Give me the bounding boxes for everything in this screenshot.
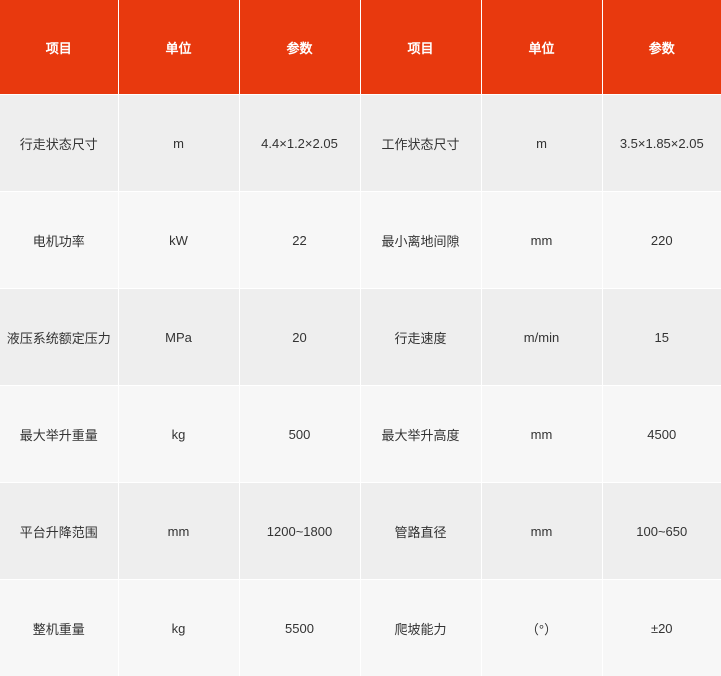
table-cell: 22 [239, 192, 360, 289]
table-row: 电机功率 kW 22 最小离地间隙 mm 220 [0, 192, 721, 289]
table-cell: 最大举升高度 [360, 386, 481, 483]
table-row: 整机重量 kg 5500 爬坡能力 （°） ±20 [0, 580, 721, 676]
table-cell: 电机功率 [0, 192, 118, 289]
table-cell: 工作状态尺寸 [360, 95, 481, 192]
table-cell: mm [481, 483, 602, 580]
table-cell: 100~650 [602, 483, 721, 580]
table-cell: 500 [239, 386, 360, 483]
header-unit-2: 单位 [481, 0, 602, 95]
table-cell: 3.5×1.85×2.05 [602, 95, 721, 192]
table-cell: 15 [602, 289, 721, 386]
table-cell: mm [481, 192, 602, 289]
table-row: 最大举升重量 kg 500 最大举升高度 mm 4500 [0, 386, 721, 483]
header-item-1: 项目 [0, 0, 118, 95]
table-cell: 行走状态尺寸 [0, 95, 118, 192]
table-cell: ±20 [602, 580, 721, 676]
table-cell: m [481, 95, 602, 192]
table-cell: 5500 [239, 580, 360, 676]
table-cell: 行走速度 [360, 289, 481, 386]
table-cell: 4.4×1.2×2.05 [239, 95, 360, 192]
table-cell: 爬坡能力 [360, 580, 481, 676]
table-cell: m [118, 95, 239, 192]
table-cell: m/min [481, 289, 602, 386]
header-param-2: 参数 [602, 0, 721, 95]
table-cell: 液压系统额定压力 [0, 289, 118, 386]
table-cell: 220 [602, 192, 721, 289]
table-cell: 最大举升重量 [0, 386, 118, 483]
spec-table: 项目 单位 参数 项目 单位 参数 行走状态尺寸 m 4.4×1.2×2.05 … [0, 0, 721, 676]
table-row: 液压系统额定压力 MPa 20 行走速度 m/min 15 [0, 289, 721, 386]
table-cell: （°） [481, 580, 602, 676]
table-cell: mm [481, 386, 602, 483]
table-cell: MPa [118, 289, 239, 386]
table-cell: 管路直径 [360, 483, 481, 580]
table-cell: kg [118, 580, 239, 676]
table-cell: 4500 [602, 386, 721, 483]
table-cell: 1200~1800 [239, 483, 360, 580]
table-cell: 20 [239, 289, 360, 386]
table-cell: 整机重量 [0, 580, 118, 676]
table-cell: mm [118, 483, 239, 580]
table-cell: kW [118, 192, 239, 289]
header-param-1: 参数 [239, 0, 360, 95]
table-cell: kg [118, 386, 239, 483]
table-row: 行走状态尺寸 m 4.4×1.2×2.05 工作状态尺寸 m 3.5×1.85×… [0, 95, 721, 192]
header-unit-1: 单位 [118, 0, 239, 95]
table-cell: 最小离地间隙 [360, 192, 481, 289]
table-cell: 平台升降范围 [0, 483, 118, 580]
header-item-2: 项目 [360, 0, 481, 95]
table-header-row: 项目 单位 参数 项目 单位 参数 [0, 0, 721, 95]
table-row: 平台升降范围 mm 1200~1800 管路直径 mm 100~650 [0, 483, 721, 580]
